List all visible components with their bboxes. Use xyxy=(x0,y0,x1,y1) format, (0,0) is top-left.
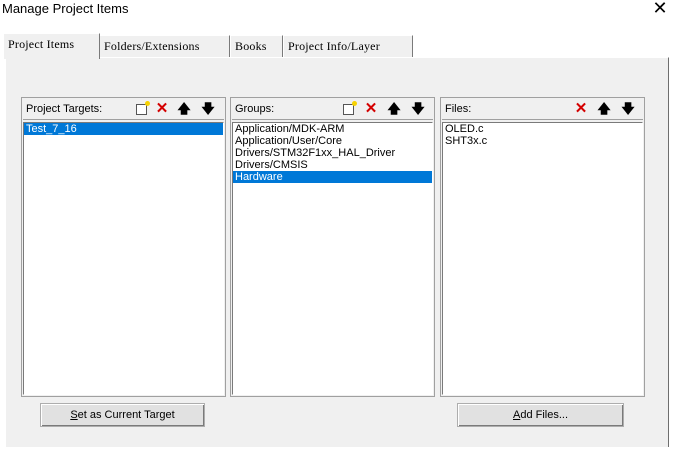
move-down-icon[interactable]: 🡇 xyxy=(200,101,216,117)
tab-project-info-layer[interactable]: Project Info/Layer xyxy=(283,35,413,57)
files-header: Files: ✕ 🡅 🡇 xyxy=(442,99,643,120)
groups-list[interactable]: Application/MDK-ARM Application/User/Cor… xyxy=(232,122,433,395)
move-down-icon[interactable]: 🡇 xyxy=(620,101,636,117)
files-group: Files: ✕ 🡅 🡇 OLED.c SHT3x.c xyxy=(440,97,645,397)
tab-project-items[interactable]: Project Items xyxy=(3,33,100,59)
tab-books[interactable]: Books xyxy=(230,35,283,57)
dialog-title: Manage Project Items xyxy=(2,1,129,16)
add-files-button[interactable]: Add Files... xyxy=(457,403,624,427)
files-label: Files: xyxy=(445,103,472,115)
list-item[interactable]: OLED.c xyxy=(443,123,642,135)
list-item[interactable]: Test_7_16 xyxy=(24,123,223,135)
delete-group-icon[interactable]: ✕ xyxy=(363,101,379,117)
files-list[interactable]: OLED.c SHT3x.c xyxy=(442,122,643,395)
project-targets-label: Project Targets: xyxy=(26,103,103,115)
groups-group: Groups: ✕ 🡅 🡇 Application/MDK-ARM Applic… xyxy=(230,97,435,397)
delete-file-icon[interactable]: ✕ xyxy=(573,101,589,117)
tab-folders-extensions[interactable]: Folders/Extensions xyxy=(99,35,230,57)
targets-list[interactable]: Test_7_16 xyxy=(23,122,224,395)
close-icon[interactable]: ✕ xyxy=(652,0,668,19)
move-up-icon[interactable]: 🡅 xyxy=(596,101,612,117)
move-up-icon[interactable]: 🡅 xyxy=(176,101,192,117)
new-target-icon[interactable] xyxy=(133,101,150,117)
groups-label: Groups: xyxy=(235,103,275,115)
set-target-label: et as Current Target xyxy=(77,409,175,421)
new-group-icon[interactable] xyxy=(340,101,357,117)
list-item[interactable]: SHT3x.c xyxy=(443,135,642,147)
project-targets-group: Project Targets: ✕ 🡅 🡇 Test_7_16 xyxy=(21,97,226,397)
groups-header: Groups: ✕ 🡅 🡇 xyxy=(232,99,433,120)
move-down-icon[interactable]: 🡇 xyxy=(410,101,426,117)
add-files-label: dd Files... xyxy=(520,409,569,421)
list-item[interactable]: Application/MDK-ARM xyxy=(233,123,432,135)
list-item[interactable]: Application/User/Core xyxy=(233,135,432,147)
project-targets-header: Project Targets: ✕ 🡅 🡇 xyxy=(23,99,224,120)
set-as-current-target-button[interactable]: Set as Current Target xyxy=(40,403,205,427)
move-up-icon[interactable]: 🡅 xyxy=(386,101,402,117)
accelerator-s: S xyxy=(70,409,78,421)
list-item[interactable]: Drivers/CMSIS xyxy=(233,159,432,171)
list-item[interactable]: Drivers/STM32F1xx_HAL_Driver xyxy=(233,147,432,159)
delete-target-icon[interactable]: ✕ xyxy=(154,101,170,117)
list-item[interactable]: Hardware xyxy=(233,171,432,183)
